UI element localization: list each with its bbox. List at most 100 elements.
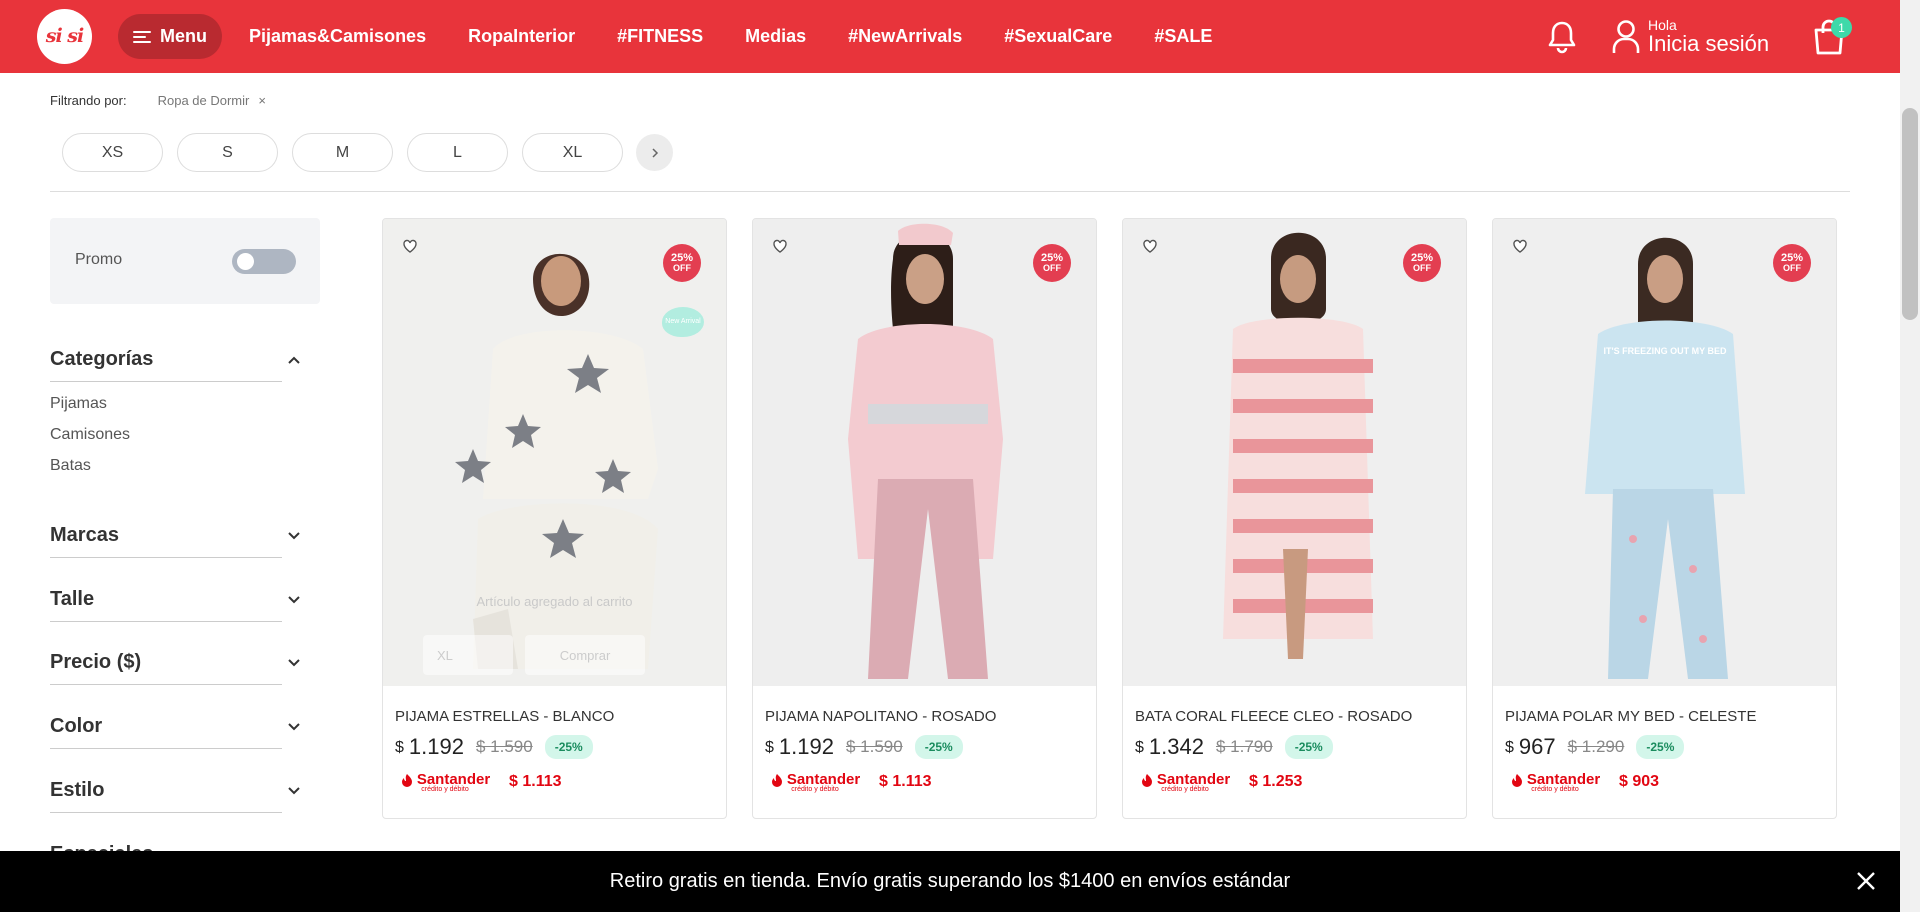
product-image[interactable]: 25% OFF (1123, 219, 1466, 686)
heart-icon[interactable] (401, 237, 419, 255)
promo-toggle[interactable] (232, 249, 296, 274)
badge-percent: 25% (1040, 252, 1064, 264)
nav-medias[interactable]: Medias (745, 26, 806, 47)
currency: $ (765, 739, 774, 756)
product-image[interactable]: 25% OFF New Arrival Artículo agregado al … (383, 219, 726, 686)
bank-price: $ 903 (1619, 773, 1660, 790)
product-image[interactable]: IT'S FREEZING OUT MY BED 25% OFF (1493, 219, 1836, 686)
login-link[interactable]: Hola Inicia sesión (1612, 18, 1769, 55)
price-value: 967 (1518, 734, 1556, 759)
divider (50, 191, 1850, 192)
old-price: $ 1.590 (845, 737, 903, 756)
chevron-down-icon (288, 658, 300, 666)
product-name[interactable]: BATA CORAL FLEECE CLEO - ROSADO (1135, 708, 1412, 725)
bank-offer: Santander crédito y débito $ 1.113 (401, 771, 562, 793)
accordion-categorias[interactable]: Categorías (50, 338, 300, 382)
bank-offer: Santander crédito y débito $ 903 (1511, 771, 1659, 793)
discount-badge: 25% OFF (1033, 244, 1071, 282)
current-price: $1.192 (395, 734, 464, 760)
product-image[interactable]: 25% OFF (753, 219, 1096, 686)
size-s-button[interactable]: S (177, 133, 278, 172)
accordion-precio[interactable]: Precio ($) (50, 641, 300, 685)
santander-logo: Santander crédito y débito (771, 771, 860, 793)
user-greeting: Hola (1648, 17, 1677, 33)
remove-filter-icon[interactable]: × (258, 93, 266, 108)
category-item-camisones[interactable]: Camisones (50, 426, 130, 457)
size-select[interactable]: XL (423, 635, 513, 675)
product-card[interactable]: 25% OFF New Arrival Artículo agregado al … (382, 218, 727, 819)
chevron-down-icon (288, 531, 300, 539)
category-item-batas[interactable]: Batas (50, 457, 130, 488)
main-nav: Pijamas&Camisones RopaInterior #FITNESS … (249, 0, 1254, 73)
accordion-estilo[interactable]: Estilo (50, 769, 300, 813)
quick-buy-row: XL Comprar (423, 635, 645, 675)
nav-ropa-interior[interactable]: RopaInterior (468, 26, 575, 47)
sisi-logo[interactable]: si si (37, 9, 92, 64)
chevron-right-icon[interactable] (636, 134, 673, 171)
accordion-marcas[interactable]: Marcas (50, 514, 300, 558)
nav-pijamas-camisones[interactable]: Pijamas&Camisones (249, 26, 426, 47)
chevron-down-icon (288, 722, 300, 730)
discount-badge: 25% OFF (1773, 244, 1811, 282)
heart-icon[interactable] (1511, 237, 1529, 255)
heart-icon[interactable] (771, 237, 789, 255)
menu-button[interactable]: Menu (118, 14, 222, 59)
price-row: $1.342 $ 1.790 -25% (1135, 734, 1333, 760)
flame-icon (1511, 773, 1522, 787)
current-price: $967 (1505, 734, 1556, 760)
bank-sub: crédito y débito (1531, 786, 1579, 793)
bank-offer: Santander crédito y débito $ 1.113 (771, 771, 932, 793)
price-row: $967 $ 1.290 -25% (1505, 734, 1685, 760)
chevron-up-icon (288, 356, 300, 364)
banner-text: Retiro gratis en tienda. Envío gratis su… (609, 870, 1291, 892)
bank-price: $ 1.113 (509, 773, 562, 790)
size-filter: XS S M L XL (62, 133, 673, 172)
size-xs-button[interactable]: XS (62, 133, 163, 172)
nav-new-arrivals[interactable]: #NewArrivals (848, 26, 962, 47)
nav-fitness[interactable]: #FITNESS (617, 26, 703, 47)
heart-icon[interactable] (1141, 237, 1159, 255)
scrollbar-thumb[interactable] (1902, 108, 1918, 320)
product-card[interactable]: 25% OFF BATA CORAL FLEECE CLEO - ROSADO $… (1122, 218, 1467, 819)
flame-icon (401, 773, 412, 787)
nav-sale[interactable]: #SALE (1154, 26, 1212, 47)
currency: $ (1505, 739, 1514, 756)
bank-price: $ 1.113 (879, 773, 932, 790)
badge-off: OFF (1043, 263, 1061, 273)
badge-percent: 25% (1410, 252, 1434, 264)
nav-sexual-care[interactable]: #SexualCare (1004, 26, 1112, 47)
accordion-color[interactable]: Color (50, 705, 300, 749)
shipping-banner: Retiro gratis en tienda. Envío gratis su… (0, 851, 1900, 912)
product-name[interactable]: PIJAMA POLAR MY BED - CELESTE (1505, 708, 1756, 725)
filter-label: Filtrando por: (50, 93, 127, 108)
bank-price: $ 1.253 (1249, 773, 1303, 790)
size-m-button[interactable]: M (292, 133, 393, 172)
santander-logo: Santander crédito y débito (1511, 771, 1600, 793)
discount-pill: -25% (1636, 735, 1685, 759)
price-value: 1.192 (408, 734, 464, 759)
bell-icon[interactable] (1546, 20, 1578, 54)
added-to-cart-message: Artículo agregado al carrito (476, 594, 633, 609)
current-price: $1.192 (765, 734, 834, 760)
menu-label: Menu (160, 26, 207, 46)
size-l-button[interactable]: L (407, 133, 508, 172)
current-price: $1.342 (1135, 734, 1204, 760)
price-value: 1.192 (778, 734, 834, 759)
close-icon[interactable] (1854, 869, 1878, 893)
category-item-pijamas[interactable]: Pijamas (50, 395, 130, 426)
bank-sub: crédito y débito (1161, 786, 1209, 793)
accordion-title: Precio ($) (50, 651, 142, 673)
product-card[interactable]: IT'S FREEZING OUT MY BED 25% OFF PIJAMA P… (1492, 218, 1837, 819)
buy-button[interactable]: Comprar (525, 635, 645, 675)
filter-chip[interactable]: Ropa de Dormir × (158, 93, 266, 108)
flame-icon (1141, 773, 1152, 787)
logo-text: si si (45, 25, 84, 47)
product-card[interactable]: 25% OFF PIJAMA NAPOLITANO - ROSADO $1.192… (752, 218, 1097, 819)
accordion-talle[interactable]: Talle (50, 578, 300, 622)
product-name[interactable]: PIJAMA NAPOLITANO - ROSADO (765, 708, 996, 725)
accordion-title: Color (50, 715, 103, 737)
product-name[interactable]: PIJAMA ESTRELLAS - BLANCO (395, 708, 614, 725)
chevron-down-icon (288, 786, 300, 794)
size-xl-button[interactable]: XL (522, 133, 623, 172)
shirt-print: IT'S FREEZING OUT MY BED (1604, 346, 1727, 356)
